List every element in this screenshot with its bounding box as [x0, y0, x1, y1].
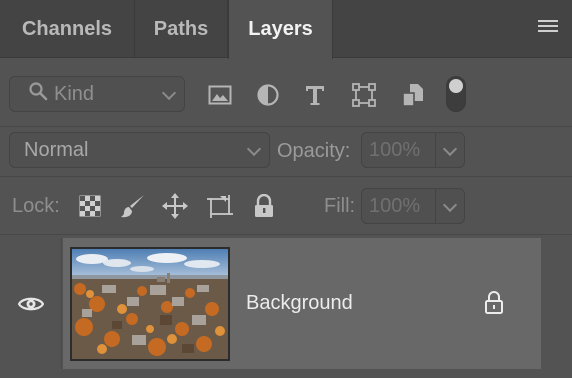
lock-transparent-pixels-icon[interactable] — [76, 192, 104, 220]
visibility-eye-icon[interactable] — [0, 238, 62, 369]
layer-filter-row: Kind — [0, 59, 572, 127]
blend-mode-value: Normal — [24, 138, 89, 161]
panel-gutter — [541, 235, 572, 369]
tab-channels[interactable]: Channels — [0, 0, 135, 58]
opacity-label: Opacity: — [277, 140, 351, 162]
blend-row: Normal Opacity: 100% — [0, 127, 572, 177]
filter-kind-dropdown[interactable]: Kind — [9, 76, 185, 112]
fill-value: 100% — [369, 194, 421, 217]
image-filter-icon[interactable] — [207, 82, 233, 108]
shape-filter-icon[interactable] — [351, 82, 377, 108]
lock-label: Lock: — [12, 195, 60, 217]
layer-name[interactable]: Background — [246, 292, 353, 315]
blend-mode-dropdown[interactable]: Normal — [9, 132, 270, 168]
layer-row-selected[interactable]: Background — [63, 238, 541, 369]
chevron-down-icon — [246, 141, 262, 157]
lock-row: Lock: Fill: 100% — [0, 177, 572, 235]
lock-position-icon[interactable] — [161, 192, 189, 220]
type-filter-icon[interactable] — [302, 82, 328, 108]
chevron-down-icon — [161, 85, 177, 101]
adjustment-filter-icon[interactable] — [255, 82, 281, 108]
layer-list-bottom — [0, 369, 572, 378]
layer-item[interactable]: Background — [0, 238, 541, 369]
fill-label: Fill: — [324, 195, 356, 217]
lock-image-pixels-icon[interactable] — [119, 192, 147, 220]
panel-menu-icon[interactable] — [538, 20, 558, 36]
search-icon — [28, 81, 48, 107]
fill-field[interactable]: 100% — [361, 188, 465, 224]
chevron-down-icon[interactable] — [442, 141, 458, 157]
chevron-down-icon[interactable] — [442, 197, 458, 213]
opacity-field[interactable]: 100% — [361, 132, 465, 168]
tab-layers[interactable]: Layers — [228, 0, 333, 59]
opacity-value: 100% — [369, 138, 421, 161]
filter-kind-label: Kind — [54, 82, 95, 105]
layer-lock-icon[interactable] — [483, 290, 507, 316]
panel-tab-bar: Channels Paths Layers — [0, 0, 572, 59]
lock-all-icon[interactable] — [250, 192, 278, 220]
layer-thumbnail — [70, 247, 230, 361]
lock-artboard-icon[interactable] — [206, 192, 234, 220]
filter-toggle-switch[interactable] — [446, 76, 466, 112]
tab-paths[interactable]: Paths — [135, 0, 228, 58]
smart-object-filter-icon[interactable] — [400, 82, 426, 108]
